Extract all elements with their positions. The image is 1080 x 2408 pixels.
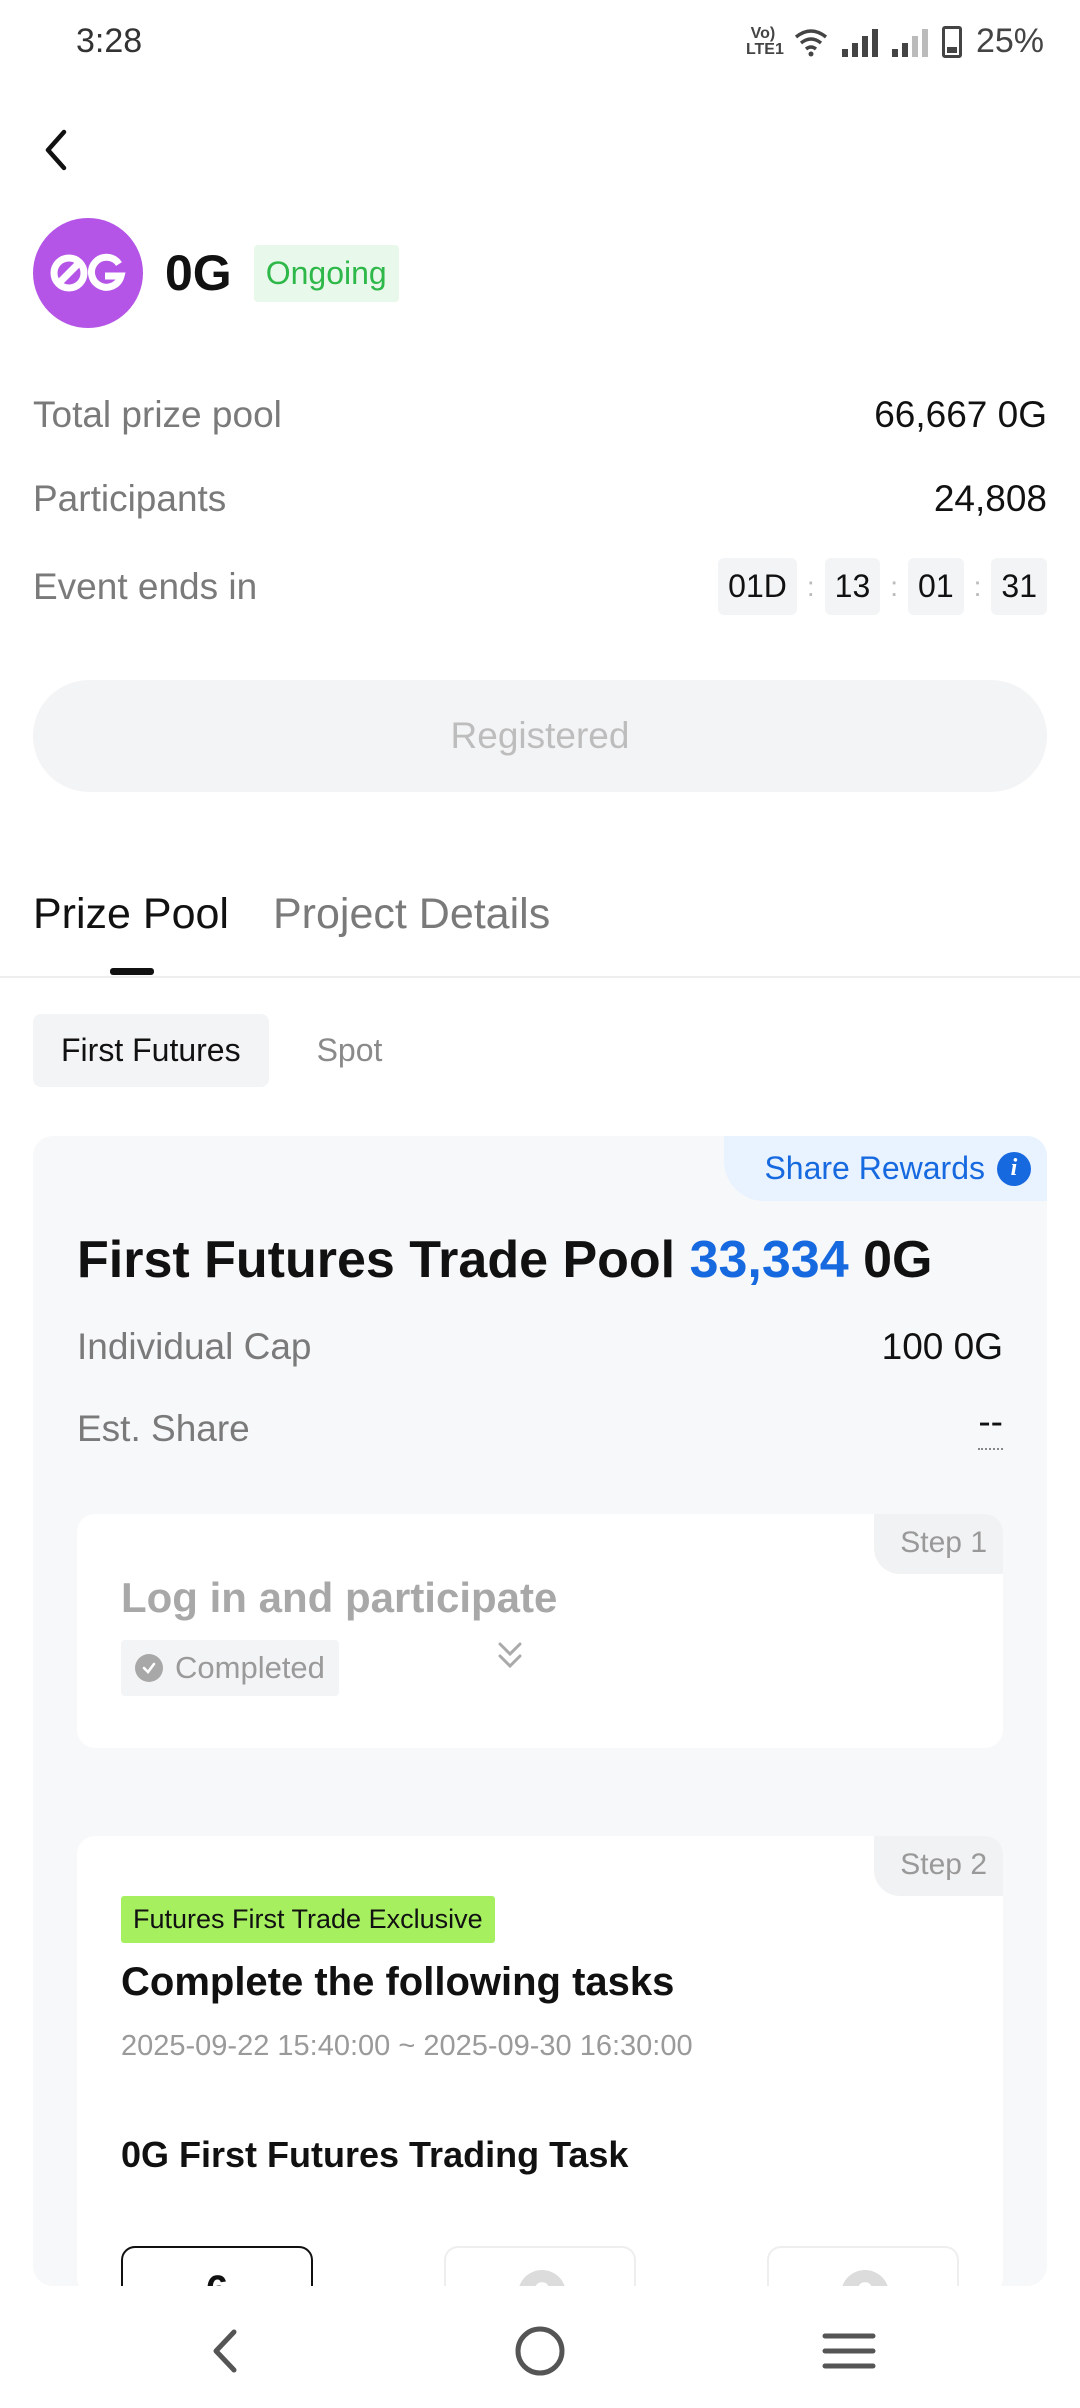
timer-days: 01D (718, 558, 797, 615)
system-nav-bar (0, 2290, 1080, 2408)
prize-pool-label: Total prize pool (33, 394, 282, 435)
pool-title-amount: 33,334 (689, 1231, 849, 1289)
battery-icon (941, 25, 962, 58)
timer-separator: : (890, 570, 899, 602)
step2-card: Step 2 Futures First Trade Exclusive Com… (77, 1836, 1003, 2286)
timer-separator: : (806, 570, 815, 602)
share-rewards-button[interactable]: Share Rewards i (724, 1136, 1047, 1201)
pool-title-prefix: First Futures Trade Pool (77, 1231, 676, 1289)
subtab-first-futures[interactable]: First Futures (33, 1014, 269, 1087)
main-tabs: Prize Pool Project Details (33, 890, 550, 939)
completed-badge: Completed (121, 1640, 339, 1696)
completed-label: Completed (175, 1650, 325, 1685)
info-icon[interactable]: i (997, 1151, 1031, 1186)
timer-hours: 13 (824, 558, 881, 615)
individual-cap-label: Individual Cap (77, 1326, 312, 1367)
registered-button[interactable]: Registered (33, 680, 1047, 792)
participants-row: Participants 24,808 (33, 478, 1047, 520)
task-tile-glyph: 6 (123, 2268, 311, 2286)
nav-home-icon (515, 2326, 565, 2376)
volte-icon: Vo) LTE1 (745, 24, 784, 58)
nav-home-button[interactable] (505, 2316, 575, 2386)
timer-minutes: 01 (908, 558, 964, 615)
task-tile-3[interactable]: 0 (767, 2246, 959, 2286)
individual-cap-value: 100 0G (881, 1326, 1003, 1367)
back-button[interactable] (30, 120, 90, 180)
event-ends-label: Event ends in (33, 565, 258, 607)
check-icon (135, 1654, 163, 1682)
status-icons: Vo) LTE1 25% (746, 22, 1044, 61)
tab-prize-pool[interactable]: Prize Pool (33, 890, 229, 939)
participants-value: 24,808 (933, 478, 1047, 519)
signal-weak-icon (891, 27, 928, 57)
status-badge: Ongoing (253, 244, 399, 302)
est-share-label: Est. Share (77, 1408, 250, 1449)
timer-separator: : (973, 570, 982, 602)
battery-percent: 25% (975, 22, 1044, 60)
est-share-row: Est. Share -- (77, 1403, 1003, 1450)
task-tile-1[interactable]: 6 (121, 2246, 313, 2286)
event-ends-row: Event ends in 01D : 13 : 01 : 31 (33, 558, 1047, 615)
task-tile-2[interactable]: 0 (444, 2246, 636, 2286)
step2-title: Complete the following tasks (121, 1960, 675, 2004)
status-bar: 3:28 Vo) LTE1 25% (0, 0, 1080, 90)
coin-icon: 0 (518, 2270, 566, 2286)
nav-back-icon (213, 2329, 237, 2373)
countdown-timer: 01D : 13 : 01 : 31 (718, 558, 1047, 615)
nav-menu-icon (822, 2333, 876, 2369)
step2-tag: Step 2 (874, 1836, 1003, 1896)
timer-seconds: 31 (991, 558, 1047, 615)
tab-active-indicator (110, 968, 154, 975)
chevron-left-icon (45, 129, 67, 171)
coin-icon: 0 (841, 2270, 889, 2286)
0g-logo-icon (50, 253, 126, 292)
prize-pool-value: 66,667 0G (874, 394, 1047, 435)
share-rewards-label: Share Rewards (764, 1150, 985, 1186)
participants-label: Participants (33, 478, 227, 519)
wifi-icon (794, 28, 828, 56)
step2-date-range: 2025-09-22 15:40:00 ~ 2025-09-30 16:30:0… (121, 2030, 693, 2062)
step1-title: Log in and participate (121, 1574, 558, 1621)
nav-back-button[interactable] (192, 2316, 262, 2386)
step1-tag: Step 1 (874, 1514, 1003, 1574)
nav-menu-button[interactable] (814, 2316, 884, 2386)
pool-title-unit: 0G (863, 1231, 933, 1289)
pool-subtabs: First Futures Spot (33, 1014, 410, 1087)
status-time: 3:28 (76, 22, 143, 60)
step1-card: Step 1 Log in and participate Completed (77, 1514, 1003, 1748)
individual-cap-row: Individual Cap 100 0G (77, 1326, 1003, 1368)
subtab-spot[interactable]: Spot (289, 1014, 411, 1087)
pool-card: Share Rewards i First Futures Trade Pool… (33, 1136, 1047, 2286)
pool-title: First Futures Trade Pool 33,334 0G (77, 1230, 932, 1290)
task-name: 0G First Futures Trading Task (121, 2134, 629, 2175)
tabs-divider (0, 976, 1080, 978)
tab-project-details[interactable]: Project Details (273, 890, 550, 939)
prize-pool-row: Total prize pool 66,667 0G (33, 394, 1047, 436)
futures-exclusive-badge: Futures First Trade Exclusive (121, 1896, 495, 1943)
project-header: 0G Ongoing (33, 218, 399, 328)
est-share-value[interactable]: -- (978, 1403, 1003, 1450)
project-logo (33, 218, 143, 328)
project-title: 0G (165, 245, 232, 301)
signal-icon (841, 27, 878, 57)
double-chevron-down-icon (498, 1642, 522, 1669)
